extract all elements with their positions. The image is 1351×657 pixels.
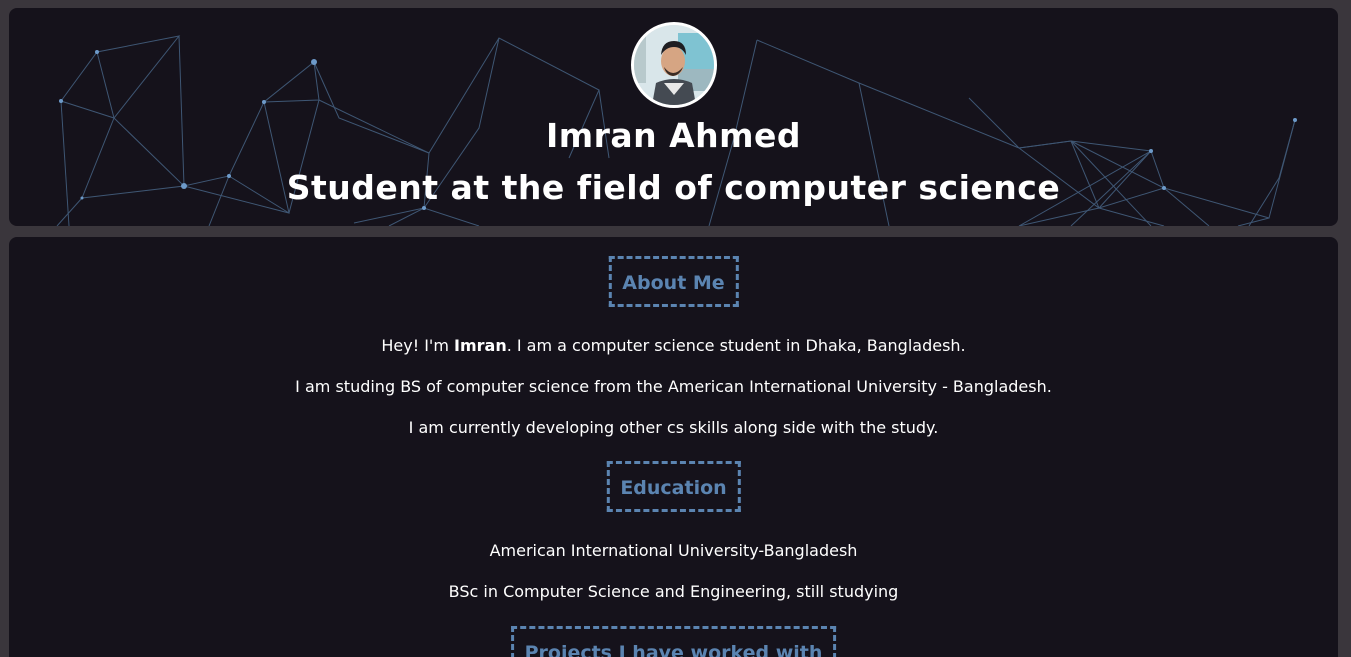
education-section-title: Education	[606, 461, 741, 512]
about-line-1-suffix: . I am a computer science student in Dha…	[506, 336, 966, 355]
education-institution: American International University-Bangla…	[489, 541, 858, 560]
about-highlight-name: Imran	[454, 336, 507, 355]
about-line-1: Hey! I'm Imran. I am a computer science …	[9, 336, 1338, 356]
about-line-3: I am currently developing other cs skill…	[408, 418, 939, 437]
profile-header: Imran Ahmed Student at the field of comp…	[9, 8, 1338, 226]
cartoon-portrait-avatar-icon	[634, 25, 714, 105]
portfolio-page: Imran Ahmed Student at the field of comp…	[0, 0, 1351, 657]
profile-role: Student at the field of computer science	[286, 168, 1061, 207]
about-line-2: I am studing BS of computer science from…	[295, 377, 1052, 396]
education-degree: BSc in Computer Science and Engineering,…	[448, 582, 899, 601]
profile-avatar	[631, 22, 717, 108]
about-line-1-prefix: Hey! I'm	[381, 336, 454, 355]
main-content: About Me Hey! I'm Imran. I am a computer…	[9, 237, 1338, 657]
profile-name: Imran Ahmed	[545, 116, 802, 155]
about-section-title: About Me	[608, 256, 739, 307]
projects-section-title: Projects I have worked with	[510, 626, 837, 657]
